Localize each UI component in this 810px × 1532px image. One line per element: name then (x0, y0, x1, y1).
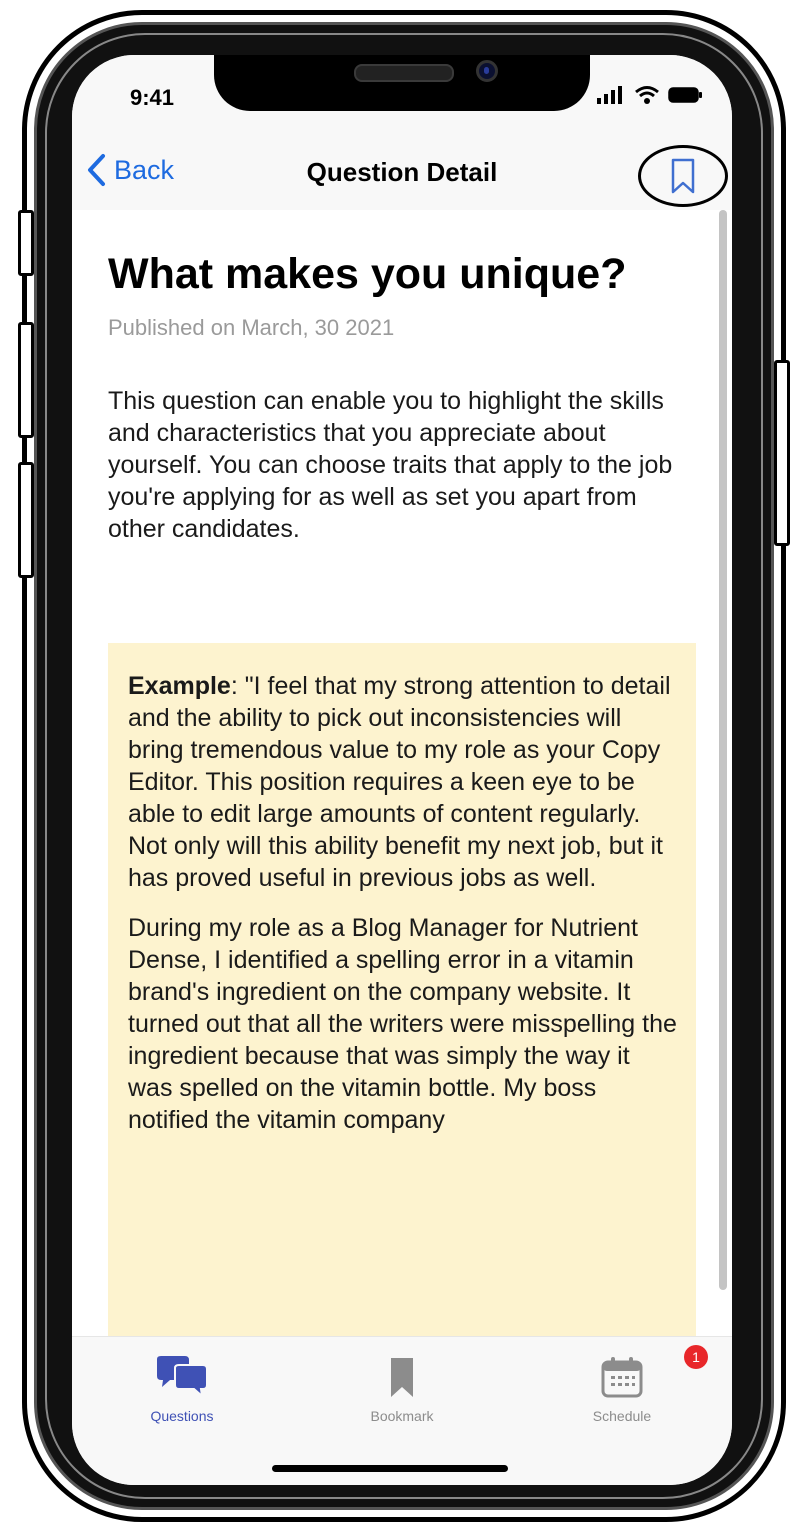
scrollbar[interactable] (719, 210, 727, 1290)
schedule-badge: 1 (684, 1345, 708, 1369)
status-time: 9:41 (130, 85, 175, 110)
example-box: Example: "I feel that my strong attentio… (108, 643, 696, 1336)
status-icons (596, 85, 704, 105)
example-paragraph-1: Example: "I feel that my strong attentio… (128, 670, 680, 894)
wifi-icon (635, 86, 659, 104)
phone-screen: 9:41 Back Question Detail What makes you… (72, 55, 732, 1485)
tab-schedule[interactable]: 1 Schedule (552, 1345, 708, 1424)
example-label: Example (128, 672, 231, 700)
front-camera (476, 60, 498, 82)
tab-questions-label: Questions (150, 1408, 214, 1424)
example-paragraph-2: During my role as a Blog Manager for Nut… (128, 914, 677, 1134)
volume-down-button (18, 462, 34, 578)
calendar-icon (601, 1357, 643, 1398)
tab-bookmark[interactable]: Bookmark (332, 1355, 472, 1424)
silent-switch (18, 210, 34, 276)
notch (214, 55, 590, 111)
earpiece-speaker (354, 64, 454, 82)
tab-questions[interactable]: Questions (112, 1355, 252, 1424)
example-text: Example: "I feel that my strong attentio… (128, 670, 680, 1154)
tab-schedule-label: Schedule (592, 1408, 652, 1424)
bookmark-button[interactable] (638, 145, 728, 207)
signal-icon (597, 86, 622, 104)
volume-up-button (18, 322, 34, 438)
bookmark-icon (391, 1358, 413, 1397)
home-indicator[interactable] (272, 1465, 508, 1472)
chat-bubbles-icon (157, 1356, 208, 1399)
page-title: Question Detail (306, 157, 498, 187)
battery-icon (668, 87, 702, 103)
question-intro: This question can enable you to highligh… (108, 387, 673, 543)
tab-bookmark-label: Bookmark (370, 1408, 434, 1424)
published-date: Published on March, 30 2021 (108, 315, 395, 340)
bookmark-icon (671, 158, 695, 194)
power-button (774, 360, 790, 546)
question-title: What makes you unique? (108, 250, 627, 298)
tab-bar: Questions Bookmark 1 Schedule (72, 1336, 732, 1485)
navigation-bar: Back Question Detail (72, 135, 732, 210)
question-content[interactable]: What makes you unique? Published on Marc… (72, 210, 732, 1336)
example-body-1: : "I feel that my strong attention to de… (128, 672, 671, 892)
